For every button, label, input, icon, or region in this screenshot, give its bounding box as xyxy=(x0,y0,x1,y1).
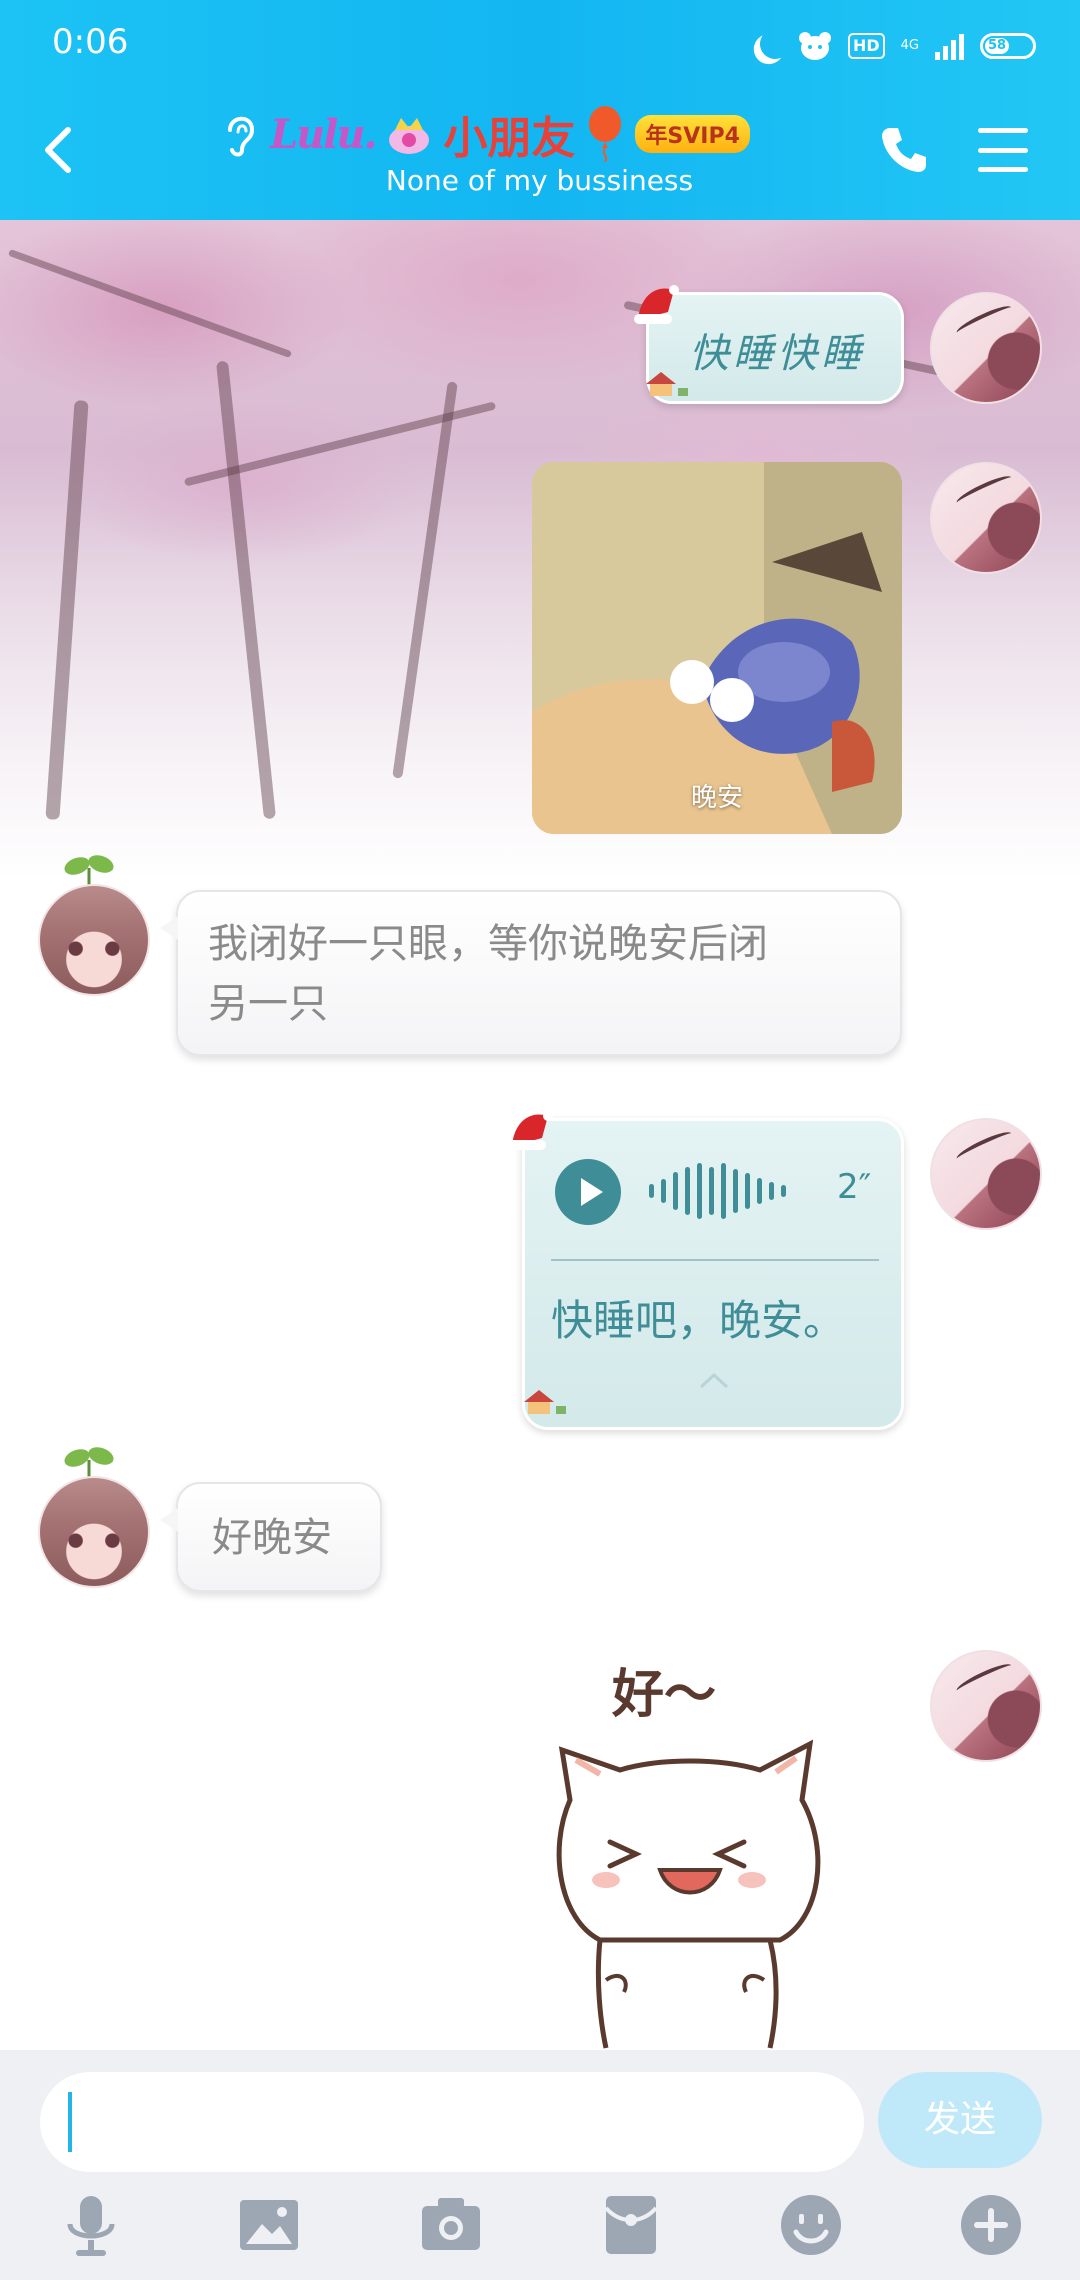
status-time: 0:06 xyxy=(52,22,129,62)
contact-title[interactable]: Lulu. 小朋友 年SVIP4 xyxy=(220,104,750,164)
voice-divider xyxy=(551,1259,879,1261)
message-text-line: 我闭好一只眼，等你说晚安后闭 xyxy=(208,921,768,967)
friend-avatar[interactable] xyxy=(38,1476,150,1588)
cat-sticker-image xyxy=(556,1739,821,2049)
santa-hat-decoration xyxy=(634,285,679,324)
voice-waveform xyxy=(649,1161,786,1221)
self-avatar[interactable] xyxy=(930,292,1042,404)
red-packet-icon[interactable] xyxy=(596,2190,666,2260)
collapse-chevron-icon[interactable] xyxy=(697,1371,731,1391)
emoji-icon[interactable] xyxy=(776,2190,846,2260)
snow-house-decoration xyxy=(646,372,688,396)
friend-avatar[interactable] xyxy=(38,884,150,996)
santa-hat-decoration xyxy=(508,1111,553,1150)
voice-play-button[interactable] xyxy=(555,1159,621,1225)
message-bubble-friend[interactable]: 好晚安 xyxy=(160,1482,382,1592)
plus-icon[interactable] xyxy=(956,2190,1026,2260)
crown-badge-icon xyxy=(389,118,430,154)
balloon-icon xyxy=(589,106,622,162)
sprout-decoration xyxy=(64,1447,114,1480)
chat-header: 0:06 HD 4G 58 Lulu. 小朋友 年SVIP4 None of m… xyxy=(0,0,1080,220)
self-avatar[interactable] xyxy=(930,1650,1042,1762)
contact-name: 小朋友 xyxy=(443,113,576,164)
svip-badge: 年SVIP4 xyxy=(635,115,750,153)
status-icons: HD 4G 58 xyxy=(752,26,1036,66)
camera-icon[interactable] xyxy=(416,2190,486,2260)
self-avatar[interactable] xyxy=(930,1118,1042,1230)
battery-icon: 58 xyxy=(980,33,1036,59)
bear-icon xyxy=(798,32,831,60)
signal-icon xyxy=(935,32,964,60)
message-text-line: 另一只 xyxy=(208,981,328,1027)
message-text: 好晚安 xyxy=(212,1515,332,1561)
name-decoration: Lulu. xyxy=(270,110,377,158)
image-icon[interactable] xyxy=(234,2190,304,2260)
text-caret xyxy=(68,2092,72,2152)
self-avatar[interactable] xyxy=(930,462,1042,574)
chat-area[interactable]: 快睡快睡 晚安 我闭好一只眼，等你说晚安后闭 另一只 2″ 快睡吧，晚安。 好晚… xyxy=(0,220,1080,2050)
message-input[interactable] xyxy=(40,2072,864,2172)
voice-transcript: 快睡吧，晚安。 xyxy=(551,1296,846,1345)
voice-duration: 2″ xyxy=(837,1167,872,1207)
hd-icon: HD xyxy=(847,33,885,59)
message-image[interactable]: 晚安 xyxy=(532,462,902,834)
send-button[interactable]: 发送 xyxy=(878,2072,1042,2168)
network-type: 4G xyxy=(900,38,919,53)
sprout-decoration xyxy=(64,855,114,888)
menu-icon[interactable] xyxy=(978,128,1028,172)
message-bubble-friend[interactable]: 我闭好一只眼，等你说晚安后闭 另一只 xyxy=(160,890,902,1056)
voice-message-bubble[interactable]: 2″ 快睡吧，晚安。 xyxy=(522,1118,904,1430)
sticker-text: 好～ xyxy=(612,1665,717,1725)
microphone-icon[interactable] xyxy=(56,2190,126,2260)
do-not-disturb-icon xyxy=(758,27,793,62)
input-bar: 发送 xyxy=(0,2050,1080,2280)
battery-level: 58 xyxy=(985,38,1009,54)
image-caption: 晚安 xyxy=(690,783,743,813)
message-text: 快睡快睡 xyxy=(689,331,865,377)
ear-icon xyxy=(228,116,255,157)
status-bar: 0:06 HD 4G 58 xyxy=(0,0,1080,90)
snow-house-decoration xyxy=(524,1390,566,1414)
sticker-message[interactable]: 好～ xyxy=(540,1650,870,2050)
phone-icon[interactable] xyxy=(878,124,930,176)
